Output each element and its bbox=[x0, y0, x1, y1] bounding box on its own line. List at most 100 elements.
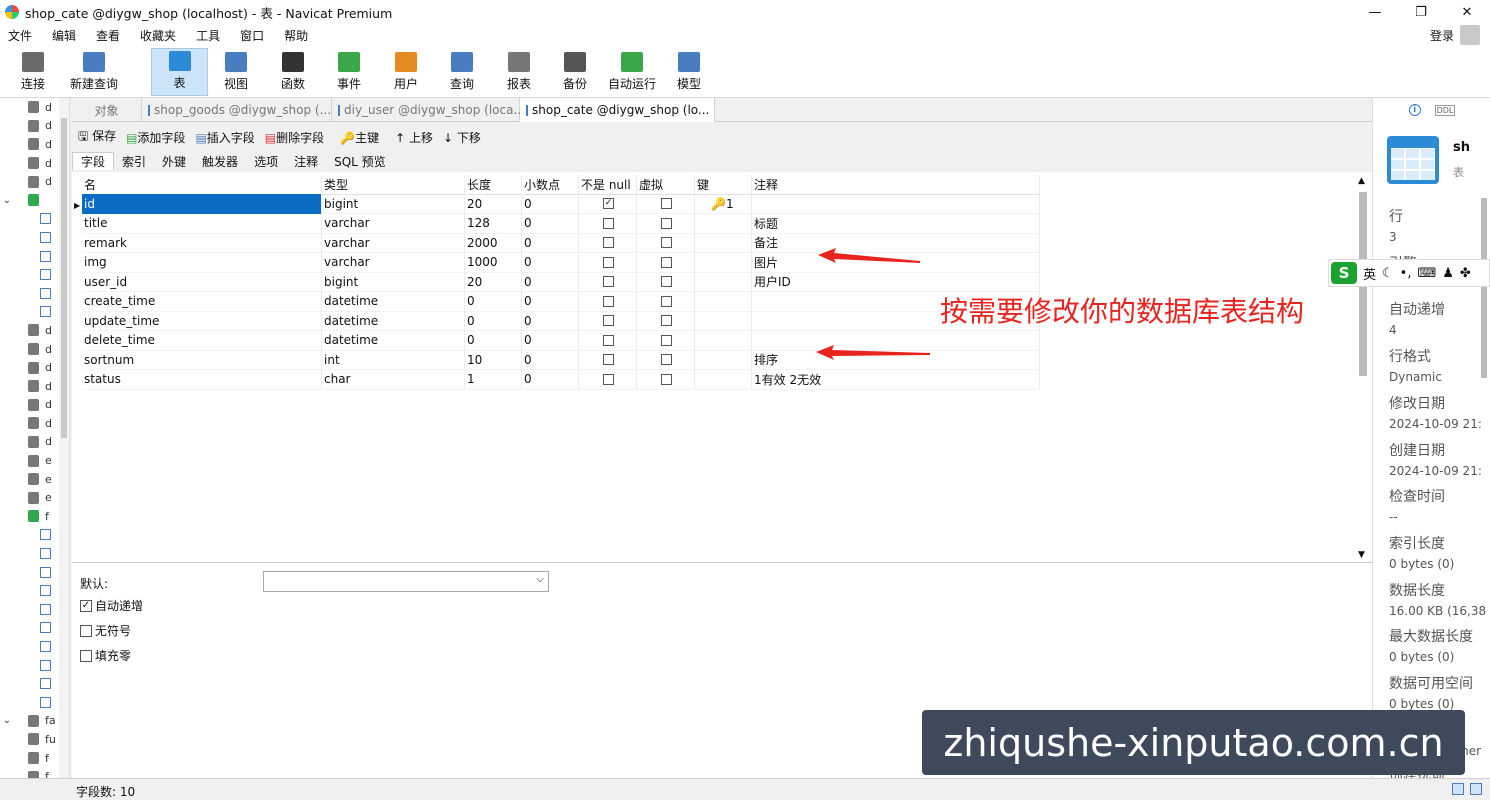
menu-tools[interactable]: 工具 bbox=[188, 27, 228, 44]
toolbar-event-button[interactable]: 事件 bbox=[323, 48, 375, 96]
col-header-not-null[interactable]: 不是 null bbox=[579, 174, 637, 194]
field-key-cell[interactable] bbox=[695, 272, 752, 292]
scroll-down-icon[interactable]: ▼ bbox=[1358, 550, 1365, 560]
avatar-icon[interactable] bbox=[1460, 25, 1480, 45]
move-down-button[interactable]: ↓ 下移 bbox=[443, 129, 481, 146]
field-name-cell[interactable]: delete_time bbox=[82, 330, 322, 350]
field-decimals-cell[interactable]: 0 bbox=[522, 311, 579, 331]
field-name-cell[interactable]: update_time bbox=[82, 311, 322, 331]
subtab-comment[interactable]: 注释 bbox=[286, 153, 326, 170]
login-area[interactable]: 登录 bbox=[1430, 24, 1480, 46]
field-length-cell[interactable]: 20 bbox=[465, 272, 522, 292]
primary-key-button[interactable]: 🔑主键 bbox=[340, 129, 379, 146]
unsigned-option[interactable]: 无符号 bbox=[80, 622, 131, 639]
menu-view[interactable]: 查看 bbox=[88, 27, 128, 44]
field-key-cell[interactable] bbox=[695, 233, 752, 253]
tab-shop-goods[interactable]: shop_goods @diygw_shop (... bbox=[142, 98, 332, 122]
checkbox[interactable] bbox=[603, 256, 614, 268]
field-length-cell[interactable]: 20 bbox=[465, 194, 522, 214]
field-row[interactable]: create_time datetime 0 0 bbox=[82, 291, 1040, 312]
field-name-cell[interactable]: user_id bbox=[82, 272, 322, 292]
checkbox[interactable]: ✓ bbox=[603, 198, 614, 210]
checkbox[interactable] bbox=[603, 354, 614, 366]
field-type-cell[interactable]: char bbox=[322, 369, 465, 389]
checkbox[interactable] bbox=[603, 334, 614, 346]
field-virtual-cell[interactable] bbox=[637, 194, 695, 214]
field-name-cell[interactable]: id bbox=[82, 194, 322, 214]
field-name-cell[interactable]: title bbox=[82, 213, 322, 233]
toolbar-new-query-button[interactable]: 新建查询 bbox=[64, 48, 124, 96]
checkbox[interactable] bbox=[661, 354, 672, 366]
col-header-comment[interactable]: 注释 bbox=[752, 174, 1040, 194]
maximize-button[interactable]: ❐ bbox=[1398, 0, 1444, 24]
field-not-null-cell[interactable]: ✓ bbox=[579, 194, 637, 214]
field-not-null-cell[interactable] bbox=[579, 272, 637, 292]
field-row[interactable]: delete_time datetime 0 0 bbox=[82, 330, 1040, 351]
close-button[interactable]: ✕ bbox=[1444, 0, 1490, 24]
delete-field-button[interactable]: ▤删除字段 bbox=[265, 129, 324, 146]
menu-favorites[interactable]: 收藏夹 bbox=[132, 27, 184, 44]
tab-objects[interactable]: 对象 bbox=[72, 98, 142, 122]
expand-arrow-icon[interactable]: ⌄ bbox=[0, 195, 14, 206]
minimize-button[interactable]: — bbox=[1352, 0, 1398, 24]
col-header-length[interactable]: 长度 bbox=[465, 174, 522, 194]
field-key-cell[interactable] bbox=[695, 213, 752, 233]
field-name-cell[interactable]: remark bbox=[82, 233, 322, 253]
field-decimals-cell[interactable]: 0 bbox=[522, 233, 579, 253]
navigation-tree[interactable]: ddddd⌄dddddddeeef⌄fafuffgh bbox=[0, 98, 70, 778]
col-header-name[interactable]: 名 bbox=[82, 174, 322, 194]
ddl-icon[interactable]: DDL bbox=[1434, 104, 1456, 116]
checkbox[interactable] bbox=[661, 217, 672, 229]
info-icon[interactable]: i bbox=[1408, 104, 1421, 116]
field-row[interactable]: img varchar 1000 0 图片 bbox=[82, 252, 1040, 273]
field-comment-cell[interactable] bbox=[752, 330, 1040, 350]
field-name-cell[interactable]: status bbox=[82, 369, 322, 389]
checkbox[interactable] bbox=[603, 237, 614, 249]
menu-edit[interactable]: 编辑 bbox=[44, 27, 84, 44]
field-decimals-cell[interactable]: 0 bbox=[522, 272, 579, 292]
field-length-cell[interactable]: 0 bbox=[465, 291, 522, 311]
col-header-key[interactable]: 键 bbox=[695, 174, 752, 194]
ime-mode[interactable]: 英 bbox=[1363, 264, 1376, 283]
field-not-null-cell[interactable] bbox=[579, 311, 637, 331]
field-comment-cell[interactable] bbox=[752, 194, 1040, 214]
toolbar-report-button[interactable]: 报表 bbox=[493, 48, 545, 96]
field-key-cell[interactable] bbox=[695, 350, 752, 370]
tab-shop-cate[interactable]: shop_cate @diygw_shop (lo... bbox=[520, 98, 715, 122]
field-not-null-cell[interactable] bbox=[579, 350, 637, 370]
grid-scrollbar[interactable]: ▲ ▼ bbox=[1356, 176, 1370, 560]
field-row[interactable]: user_id bigint 20 0 用户ID bbox=[82, 272, 1040, 292]
field-virtual-cell[interactable] bbox=[637, 213, 695, 233]
field-virtual-cell[interactable] bbox=[637, 272, 695, 292]
field-virtual-cell[interactable] bbox=[637, 330, 695, 350]
field-row[interactable]: remark varchar 2000 0 备注 bbox=[82, 233, 1040, 253]
field-type-cell[interactable]: varchar bbox=[322, 213, 465, 233]
add-field-button[interactable]: ▤添加字段 bbox=[126, 129, 185, 146]
login-label[interactable]: 登录 bbox=[1430, 27, 1454, 44]
field-row[interactable]: status char 1 0 1有效 2无效 bbox=[82, 369, 1040, 390]
auto-increment-checkbox[interactable]: ✓ bbox=[80, 599, 92, 612]
field-type-cell[interactable]: datetime bbox=[322, 311, 465, 331]
ime-toolbar[interactable]: S 英 ☾ •, ⌨ ♟ ✤ bbox=[1328, 259, 1490, 287]
field-type-cell[interactable]: datetime bbox=[322, 291, 465, 311]
field-not-null-cell[interactable] bbox=[579, 233, 637, 253]
user-icon[interactable]: ♟ bbox=[1442, 266, 1454, 281]
menu-help[interactable]: 帮助 bbox=[276, 27, 316, 44]
field-virtual-cell[interactable] bbox=[637, 291, 695, 311]
field-row[interactable]: sortnum int 10 0 排序 bbox=[82, 350, 1040, 370]
field-key-cell[interactable]: 🔑 1 bbox=[695, 194, 752, 214]
checkbox[interactable] bbox=[661, 295, 672, 307]
field-decimals-cell[interactable]: 0 bbox=[522, 213, 579, 233]
keyboard-icon[interactable]: ⌨ bbox=[1417, 266, 1436, 281]
field-comment-cell[interactable]: 排序 bbox=[752, 350, 1040, 370]
field-decimals-cell[interactable]: 0 bbox=[522, 330, 579, 350]
field-comment-cell[interactable]: 图片 bbox=[752, 252, 1040, 272]
checkbox[interactable] bbox=[603, 373, 614, 385]
field-comment-cell[interactable]: 用户ID bbox=[752, 272, 1040, 292]
nav-scroll-thumb[interactable] bbox=[61, 118, 67, 438]
field-decimals-cell[interactable]: 0 bbox=[522, 252, 579, 272]
field-not-null-cell[interactable] bbox=[579, 369, 637, 389]
checkbox[interactable] bbox=[603, 295, 614, 307]
field-virtual-cell[interactable] bbox=[637, 311, 695, 331]
menu-window[interactable]: 窗口 bbox=[232, 27, 272, 44]
